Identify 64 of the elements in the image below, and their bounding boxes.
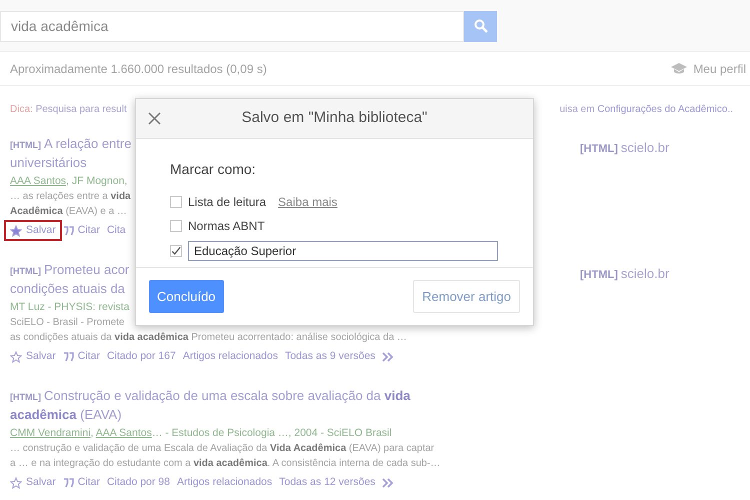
checkbox-label: Normas ABNT [188, 218, 265, 235]
result-title[interactable]: acadêmica (EAVA) [10, 406, 122, 424]
search-field[interactable]: vida acadêmica [0, 10, 464, 42]
result-title[interactable]: condições atuais da [10, 280, 125, 298]
snippet-text: a … e na integração do estudante com a vida acadêmica. A consistência interna de cada sub-… [10, 457, 440, 471]
close-icon [148, 112, 160, 124]
result-link[interactable]: Todas as 9 versões [284, 348, 376, 364]
save-link[interactable]: Salvar [4, 220, 62, 241]
cite-link[interactable]: Citar [62, 474, 100, 490]
snippet-text: SciELO - Brasil - Promete [10, 316, 124, 330]
star-icon [10, 350, 22, 362]
profile-link[interactable]: Meu perfil [671, 60, 746, 78]
result-title[interactable]: [HTML] Prometeu acor [10, 261, 130, 280]
result-link[interactable]: Cita [106, 222, 126, 238]
search-icon [474, 19, 488, 33]
save-link[interactable]: Salvar [4, 472, 62, 493]
cite-link[interactable]: Citar [62, 222, 100, 238]
cite-link[interactable]: Citar [62, 348, 100, 364]
search-button[interactable] [464, 10, 497, 42]
checkbox-label: Lista de leitura [188, 194, 266, 211]
checkbox[interactable] [170, 244, 182, 257]
result-title[interactable]: [HTML] Construção e validação de uma escala sobre avaliação da vida [10, 387, 410, 406]
quote-icon [62, 226, 74, 236]
snippet-text: Acadêmica (EAVA) e a … [10, 205, 127, 219]
result-link[interactable]: Citado por 98 [106, 474, 170, 490]
remove-article-button[interactable]: Remover artigo [413, 280, 520, 313]
publication-info: , [90, 427, 94, 439]
publication-info: … - Estudos de Psicologia …, 2004 - SciELO Brasil [152, 427, 392, 439]
publication-info: MT Luz - PHYSIS: revista [10, 301, 130, 313]
save-link[interactable]: Salvar [4, 346, 62, 367]
prompt-label: Marcar como: [170, 160, 257, 179]
done-button[interactable]: Concluído [149, 280, 224, 313]
checkbox[interactable] [170, 196, 182, 208]
graduation-cap-icon [671, 62, 688, 74]
snippet-text: as condições atuais da vida acadêmica Prometeu acorrentado: análise sociológica da … [10, 331, 407, 345]
quote-icon [62, 352, 74, 362]
settings-link[interactable]: Configurações do Acadêmico [597, 104, 728, 115]
result-title[interactable]: [HTML] A relação entre [10, 135, 132, 154]
label-input[interactable]: Educação Superior [188, 240, 498, 261]
result-link[interactable]: Todas as 12 versões [279, 474, 376, 490]
result-link[interactable]: Artigos relacionados [176, 474, 272, 490]
tip-text: Dica: Pesquisa para result [10, 103, 127, 117]
star-icon [10, 476, 22, 488]
publication-info: , JF Mognon, [66, 175, 128, 187]
author-link[interactable]: AAA Santos [10, 175, 66, 187]
tip-text: uisa em Configurações do Acadêmico.. [560, 103, 733, 117]
double-chevron-icon[interactable] [382, 478, 394, 488]
pdf-link[interactable]: [HTML] scielo.br [580, 261, 670, 367]
pdf-link[interactable]: [HTML] scielo.br [580, 135, 670, 241]
result-title[interactable]: universitários [10, 154, 87, 172]
snippet-text: … construção e validação de uma Escala de Avaliação da Vida Acadêmica (EAVA) para captar [10, 442, 434, 456]
results-count: Aproximadamente 1.660.000 resultados (0,09 s) [10, 60, 267, 78]
dialog-title: Salvo em "Minha biblioteca" [240, 108, 428, 128]
result-link[interactable]: Artigos relacionados [182, 348, 278, 364]
double-chevron-icon[interactable] [382, 352, 394, 362]
close-button[interactable] [146, 110, 162, 126]
author-link[interactable]: AAA Santos [96, 427, 152, 439]
checkbox[interactable] [170, 220, 182, 232]
learn-more-link[interactable]: Saiba mais [278, 192, 338, 211]
quote-icon [62, 478, 74, 488]
snippet-text: … as relações entre a vida [10, 190, 131, 204]
star-icon [10, 224, 22, 236]
result-link[interactable]: Citado por 167 [106, 348, 176, 364]
author-link[interactable]: CMM Vendramini [10, 427, 91, 439]
